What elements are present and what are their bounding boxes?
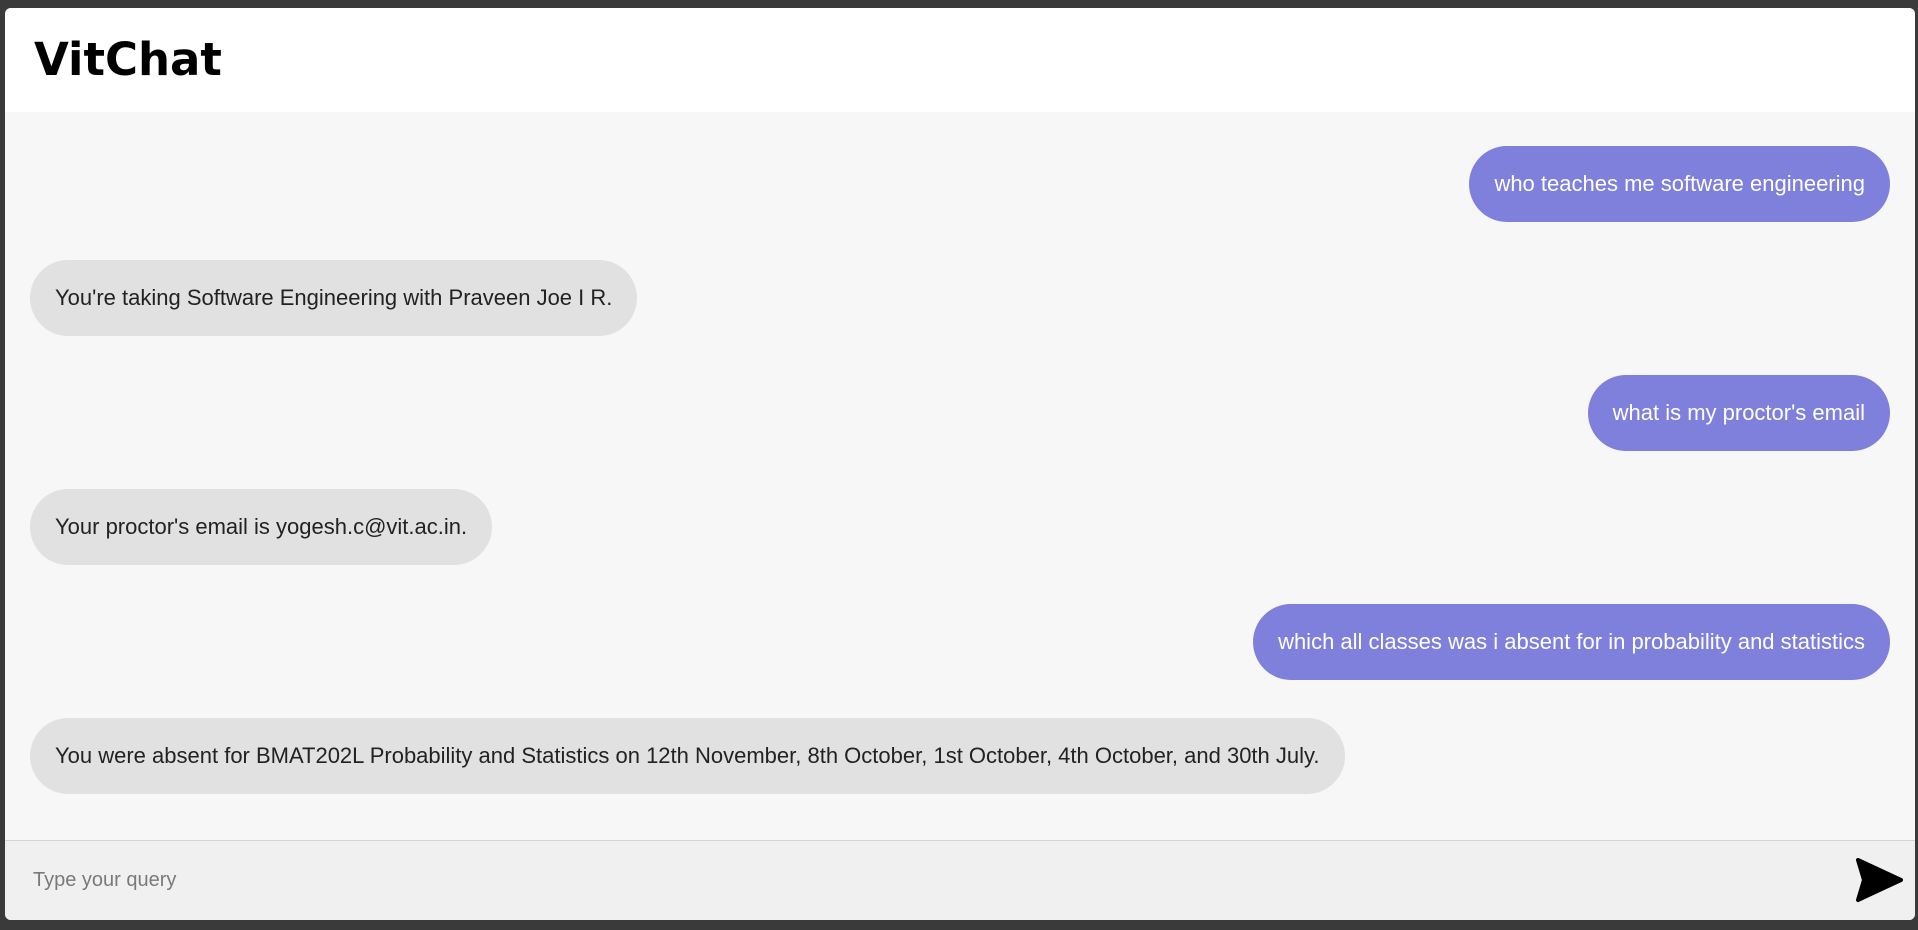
message-list: who teaches me software engineering You'… <box>5 112 1915 848</box>
send-button[interactable] <box>1855 857 1903 903</box>
bot-message: You're taking Software Engineering with … <box>30 260 638 336</box>
user-message: what is my proctor's email <box>1587 375 1890 451</box>
app-header: VitChat <box>5 8 1915 112</box>
bot-message: Your proctor's email is yogesh.c@vit.ac.… <box>30 489 493 565</box>
input-bar <box>5 840 1915 920</box>
query-input[interactable] <box>5 841 1825 919</box>
user-message: which all classes was i absent for in pr… <box>1253 604 1890 680</box>
user-message: who teaches me software engineering <box>1469 146 1890 222</box>
chat-window: VitChat who teaches me software engineer… <box>5 8 1915 920</box>
app-title: VitChat <box>34 33 222 86</box>
bot-message: You were absent for BMAT202L Probability… <box>30 718 1345 794</box>
send-icon <box>1855 857 1903 903</box>
